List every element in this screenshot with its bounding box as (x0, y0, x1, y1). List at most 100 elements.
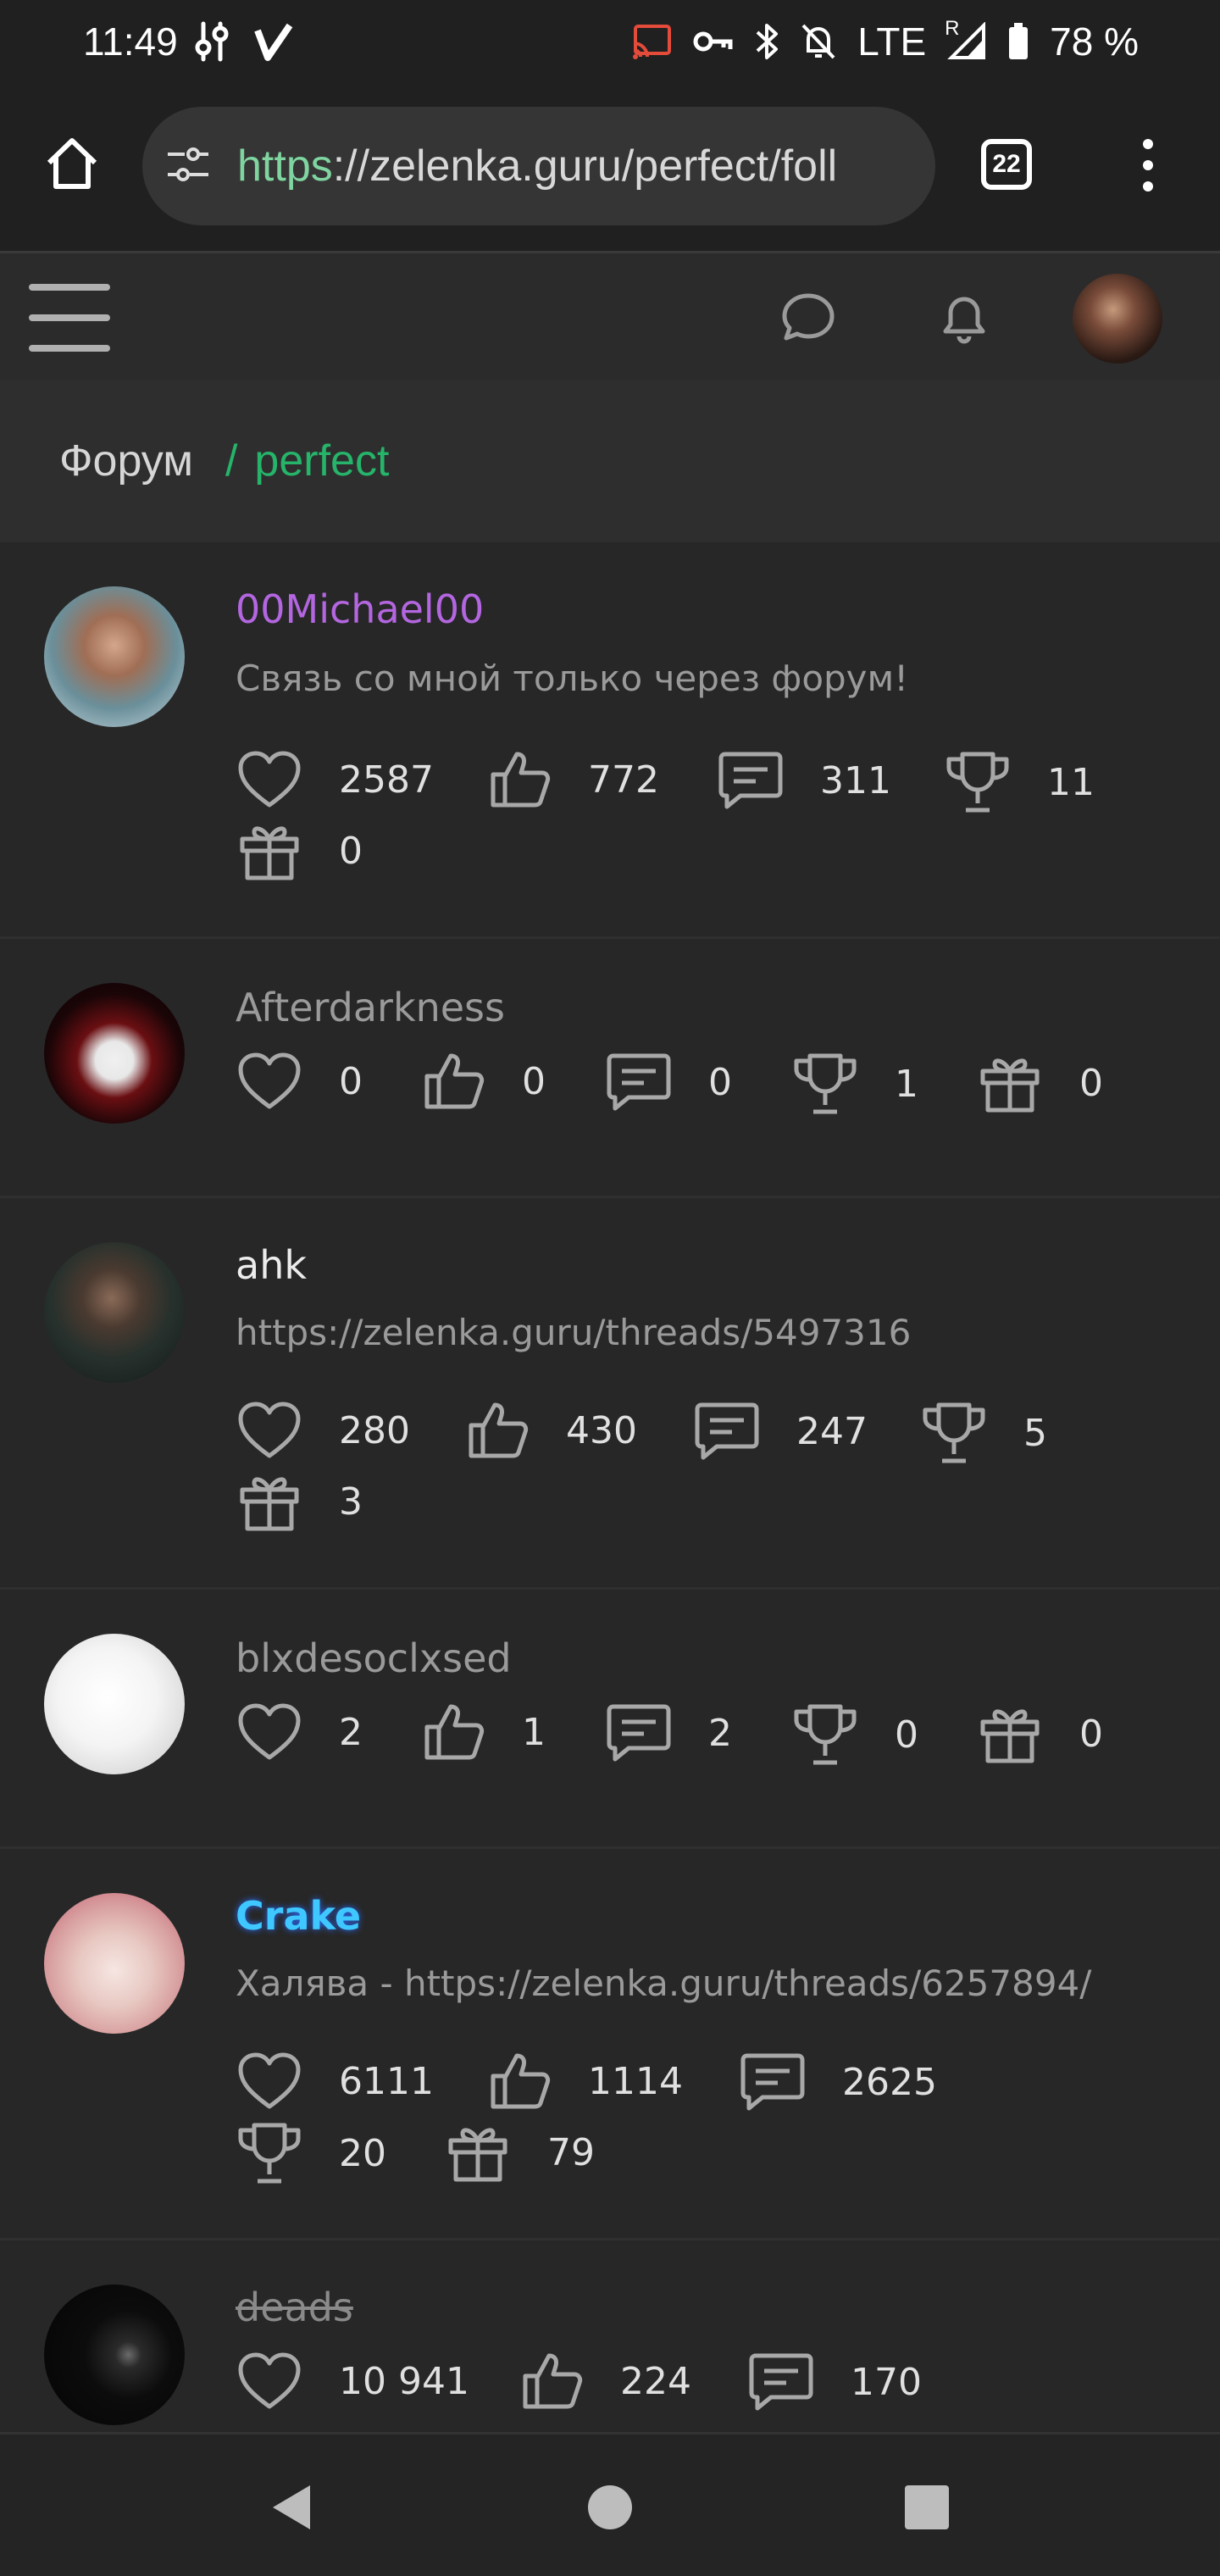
heart-icon (238, 1052, 301, 1109)
user-status: Халява - https://zelenka.guru/threads/62… (236, 1963, 1092, 2004)
heart-icon (238, 1402, 301, 1458)
sympathies-stat: 1114 (488, 2051, 683, 2112)
battery-icon (1007, 22, 1029, 61)
messages-count: 0 (708, 1060, 732, 1104)
trophies-count: 0 (895, 1713, 918, 1757)
sympathies-count: 772 (588, 758, 659, 802)
user-row: ahk https://zelenka.guru/threads/5497316… (0, 1198, 1220, 1590)
system-nav-bar (0, 2432, 1220, 2576)
bell-icon[interactable] (934, 287, 995, 352)
user-name[interactable]: Crake (236, 1893, 361, 1939)
home-icon[interactable] (42, 134, 102, 193)
trophies-stat: 11 (944, 749, 1095, 815)
user-row: Crake Халява - https://zelenka.guru/thre… (0, 1849, 1220, 2240)
user-name[interactable]: Afterdarkness (236, 985, 505, 1030)
likes-stat: 2587 (236, 749, 434, 810)
message-icon (695, 1402, 759, 1460)
gift-icon (980, 1709, 1040, 1763)
likes-stat: 0 (236, 1051, 363, 1112)
network-label: LTE (857, 19, 927, 64)
heart-icon (238, 1703, 301, 1760)
heart-icon (238, 751, 301, 808)
heart-icon (238, 2352, 301, 2409)
user-row-avatar[interactable] (44, 1242, 185, 1383)
trophies-stat: 1 (791, 1051, 918, 1117)
breadcrumb-current[interactable]: perfect (254, 436, 389, 486)
likes-stat: 2 (236, 1702, 363, 1763)
messages-count: 311 (820, 758, 891, 802)
back-icon[interactable] (268, 2482, 315, 2536)
likes-count: 0 (339, 1059, 363, 1103)
user-name[interactable]: 00Michael00 (236, 586, 484, 632)
battery-percent: 78 % (1050, 19, 1139, 64)
thumbs-up-icon (469, 1402, 529, 1458)
user-row-avatar[interactable] (44, 586, 185, 727)
sympathies-count: 430 (566, 1408, 637, 1452)
gift-icon (980, 1058, 1040, 1113)
trophies-count: 11 (1047, 760, 1095, 804)
site-settings-icon[interactable] (164, 146, 212, 188)
hamburger-menu-icon[interactable] (29, 284, 114, 352)
message-icon (607, 1053, 671, 1111)
sympathies-count: 1114 (588, 2059, 683, 2103)
gifts-stat: 0 (976, 1702, 1103, 1766)
recents-icon[interactable] (905, 2485, 949, 2529)
gifts-count: 79 (547, 2130, 595, 2174)
user-row-avatar[interactable] (44, 2285, 185, 2425)
user-status: https://zelenka.guru/threads/5497316 (236, 1312, 912, 1353)
likes-stat: 280 (236, 1400, 410, 1461)
likes-count: 6111 (339, 2059, 434, 2103)
tab-switcher-button[interactable]: 22 (981, 139, 1032, 190)
thumbs-up-icon (523, 2353, 583, 2409)
user-avatar[interactable] (1073, 274, 1162, 364)
messages-stat: 0 (605, 1051, 732, 1113)
vpn-key-icon (693, 29, 734, 54)
cast-icon (630, 23, 673, 60)
home-nav-icon[interactable] (588, 2485, 632, 2529)
thumbs-up-icon (424, 1704, 485, 1760)
likes-count: 10 941 (339, 2359, 469, 2403)
likes-count: 2 (339, 1710, 363, 1754)
trophies-count: 5 (1023, 1411, 1047, 1455)
equalizer-icon (193, 20, 230, 63)
site-header (0, 251, 1220, 380)
notifications-off-icon (800, 22, 837, 61)
message-icon (607, 1704, 671, 1762)
breadcrumb: Форум / perfect (0, 380, 1220, 542)
user-row-avatar[interactable] (44, 1893, 185, 2034)
trophies-stat: 0 (791, 1702, 918, 1768)
trophy-icon (923, 1402, 985, 1463)
messages-count: 2625 (842, 2060, 937, 2104)
user-row-avatar[interactable] (44, 983, 185, 1124)
user-name[interactable]: blxdesoclxsed (236, 1635, 512, 1681)
sympathies-stat: 224 (520, 2351, 691, 2412)
trophy-icon (238, 2123, 301, 2184)
sympathies-stat: 772 (488, 749, 659, 810)
url-text[interactable]: https://zelenka.guru/perfect/foll (237, 141, 837, 192)
user-status: Связь со мной только через форум! (236, 658, 909, 699)
gifts-count: 0 (339, 829, 363, 873)
sympathies-count: 1 (522, 1710, 546, 1754)
likes-stat: 6111 (236, 2051, 434, 2112)
message-icon (718, 752, 783, 809)
trophies-stat: 20 (236, 2120, 386, 2186)
user-name[interactable]: deads (236, 2285, 353, 2330)
messages-count: 2 (708, 1711, 732, 1755)
user-row-avatar[interactable] (44, 1634, 185, 1774)
user-name[interactable]: ahk (236, 1242, 307, 1288)
likes-stat: 10 941 (236, 2351, 469, 2412)
likes-count: 280 (339, 1408, 410, 1452)
gift-icon (448, 2128, 507, 2182)
sympathies-stat: 1 (422, 1702, 546, 1763)
user-row: 00Michael00 Связь со мной только через ф… (0, 542, 1220, 939)
more-vert-icon[interactable] (1135, 136, 1161, 195)
status-bar: 11:49 LTE R 78 % (0, 0, 1220, 85)
chat-bubble-icon[interactable] (778, 287, 839, 352)
message-icon (749, 2353, 813, 2411)
breadcrumb-forum-link[interactable]: Форум (59, 436, 193, 486)
sympathies-stat: 0 (422, 1051, 546, 1112)
messages-stat: 2625 (739, 2051, 937, 2113)
heart-icon (238, 2052, 301, 2109)
address-bar[interactable]: https://zelenka.guru/perfect/foll (142, 107, 935, 225)
messages-stat: 2 (605, 1702, 732, 1764)
